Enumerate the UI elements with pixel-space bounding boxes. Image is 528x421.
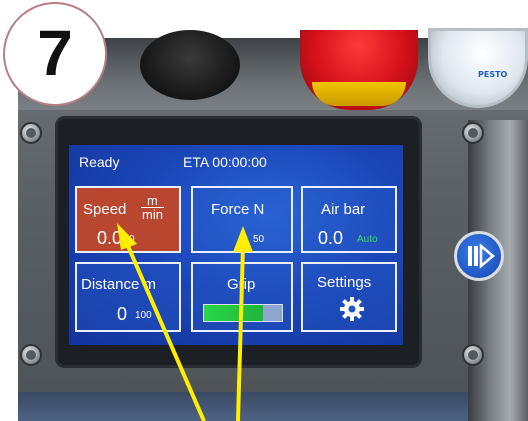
play-pause-button[interactable] — [454, 231, 504, 281]
step-number: 7 — [37, 17, 73, 89]
distance-label: Distance m — [81, 276, 157, 293]
speed-value: 0.0 — [97, 228, 123, 248]
distance-setpoint: 100 — [135, 310, 152, 321]
grip-tile[interactable]: Grip — [191, 262, 293, 332]
force-tile[interactable]: Force N 50 — [191, 186, 293, 253]
distance-value: 0 — [117, 304, 128, 324]
grip-level-fill — [204, 305, 263, 321]
emergency-stop-collar — [312, 82, 406, 106]
status-text: Ready — [79, 154, 120, 170]
grip-label: Grip — [227, 276, 256, 293]
speed-unit-numerator: m — [141, 194, 164, 208]
machine-base-strip — [18, 392, 528, 421]
speed-label: Speed — [83, 201, 127, 218]
step-badge: 7 — [3, 2, 107, 106]
settings-label: Settings — [317, 274, 372, 291]
force-label: Force N — [211, 201, 265, 218]
air-pressure-tile[interactable]: Air bar 0.0 Auto — [301, 186, 397, 253]
air-mode: Auto — [357, 234, 378, 245]
mounting-screw — [462, 344, 484, 366]
touch-screen: Ready ETA 00:00:00 Speed m min 0.0 0 For… — [69, 145, 403, 345]
gauge-brand-label: PESTO — [478, 70, 508, 79]
speed-unit: m min — [141, 194, 164, 221]
speed-setpoint: 0 — [129, 234, 135, 245]
black-rotary-knob[interactable] — [140, 30, 240, 100]
photo-scene: PESTO Ready ETA 00:00:00 Speed m min 0.0… — [0, 0, 528, 421]
mounting-screw — [20, 344, 42, 366]
speed-tile[interactable]: Speed m min 0.0 0 — [75, 186, 181, 253]
grip-level-bar — [203, 304, 283, 322]
distance-tile[interactable]: Distance m 0 100 — [75, 262, 181, 332]
air-label: Air bar — [321, 201, 366, 218]
play-pause-icon — [468, 243, 495, 269]
air-value: 0.0 — [318, 228, 344, 248]
eta-text: ETA 00:00:00 — [183, 154, 267, 170]
speed-unit-denominator: min — [142, 207, 163, 222]
force-setpoint: 50 — [253, 234, 265, 245]
settings-tile[interactable]: Settings — [301, 262, 397, 332]
mounting-screw — [462, 122, 484, 144]
gear-icon — [340, 297, 364, 321]
mounting-screw — [20, 122, 42, 144]
